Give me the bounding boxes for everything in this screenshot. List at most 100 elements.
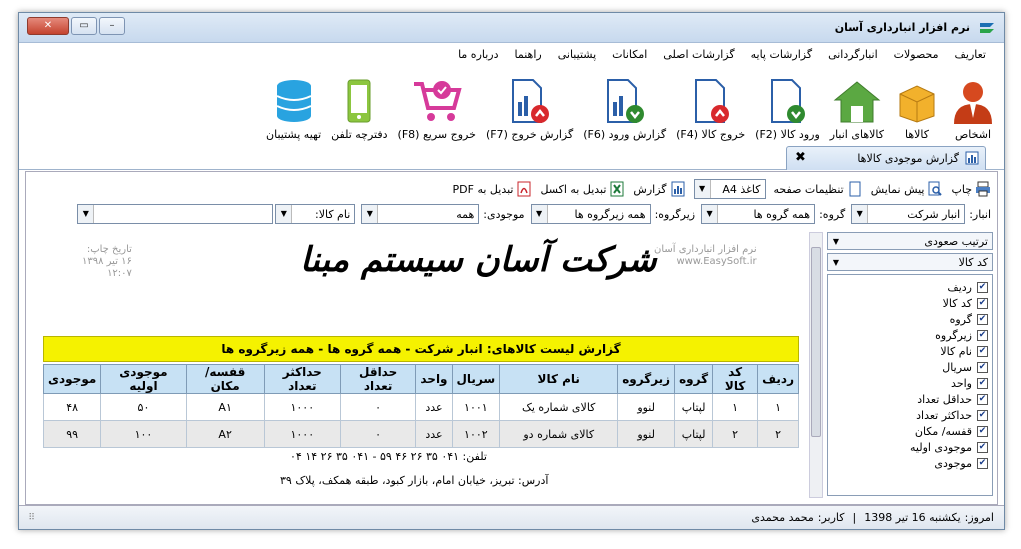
tab-stock-report[interactable]: گزارش موجودی کالاها ✖ <box>786 146 986 170</box>
paper-size-select[interactable]: کاغذ A4 ▼ <box>693 179 766 199</box>
export-pdf-button[interactable]: تبدیل به PDF <box>453 181 533 197</box>
table-header-row: ردیف کد کالا گروه زیرگروه نام کالا سریال… <box>42 364 799 394</box>
filter-bar: انبار: انبار شرکت ▼ گروه: همه گروه ها ▼ … <box>32 202 991 226</box>
print-button[interactable]: چاپ <box>951 181 991 197</box>
checkbox-checked-icon[interactable]: ✔ <box>977 313 988 325</box>
checkbox-checked-icon[interactable]: ✔ <box>977 425 988 437</box>
col-header: موجودی <box>42 364 102 394</box>
menu-about[interactable]: درباره ما <box>450 44 506 66</box>
footer-phone: تلفن: ۰۴۱ ۳۵ ۲۶ ۴۶ ۵۹ - ۰۴۱ ۳۵ ۲۶ ۱۴ ۰۴ <box>290 450 487 463</box>
report-area: چاپ پیش نمایش تنظیمات صفحه کاغذ A4 ▼ گزا… <box>25 171 998 505</box>
item-name-select[interactable]: ▼ <box>77 204 274 224</box>
menu-features[interactable]: امکانات <box>604 44 655 66</box>
excel-icon <box>610 181 624 197</box>
window-title: نرم افزار انبارداری آسان <box>834 21 970 34</box>
quick-exit-button[interactable]: خروج سریع (F8) <box>394 67 480 141</box>
export-excel-button[interactable]: تبدیل به اکسل <box>540 181 625 197</box>
title-bar: نرم افزار انبارداری آسان ✕ ▭ – <box>19 13 1004 43</box>
window-controls: ✕ ▭ – <box>27 17 127 35</box>
col-header: حداقل تعداد <box>339 364 417 394</box>
persons-button[interactable]: اشخاص <box>946 67 1000 141</box>
user-value: محمد محمدی <box>751 511 814 524</box>
column-option[interactable]: ✔ ردیف <box>832 279 988 295</box>
stock-label: موجودی: <box>483 207 525 221</box>
checkbox-checked-icon[interactable]: ✔ <box>977 441 988 453</box>
backup-button[interactable]: تهیه پشتیبان <box>262 67 325 141</box>
menu-help[interactable]: راهنما <box>507 44 550 66</box>
chevron-down-icon: ▼ <box>78 205 95 223</box>
checkbox-checked-icon[interactable]: ✔ <box>977 457 988 469</box>
close-button[interactable]: ✕ <box>27 17 69 35</box>
page-setup-icon <box>849 181 861 197</box>
column-option[interactable]: ✔ گروه <box>832 311 988 327</box>
user-label: کاربر: <box>817 511 845 524</box>
column-option[interactable]: ✔ حداقل تعداد <box>832 391 988 407</box>
checkbox-checked-icon[interactable]: ✔ <box>977 329 988 341</box>
column-option[interactable]: ✔ سریال <box>832 359 988 375</box>
table-row: ۲ ۲ لپتاپ لنوو کالای شماره دو ۱۰۰۲ عدد ۰… <box>42 420 799 448</box>
checkbox-checked-icon[interactable]: ✔ <box>977 281 988 293</box>
goods-button[interactable]: کالاها <box>890 67 944 141</box>
scrollbar-thumb[interactable] <box>811 247 821 437</box>
resize-grip-icon[interactable]: ⠿ <box>23 513 35 523</box>
column-option[interactable]: ✔ قفسه/ مکان <box>832 423 988 439</box>
checkbox-checked-icon[interactable]: ✔ <box>977 377 988 389</box>
preview-button[interactable]: پیش نمایش <box>871 181 944 197</box>
checkbox-checked-icon[interactable]: ✔ <box>977 409 988 421</box>
page-setup-button[interactable]: تنظیمات صفحه <box>774 181 863 197</box>
report-in-button[interactable]: گزارش ورود (F6) <box>579 67 670 141</box>
menu-products[interactable]: محصولات <box>886 44 947 66</box>
column-option[interactable]: ✔ واحد <box>832 375 988 391</box>
main-toolbar: اشخاص کالاها کالاهای انبار ورود کالا (F2… <box>19 67 1004 143</box>
subgroup-select[interactable]: همه زیرگروه ها ▼ <box>530 204 651 224</box>
today-label: امروز: <box>964 511 994 524</box>
column-option[interactable]: ✔ حداکثر تعداد <box>832 407 988 423</box>
warehouse-goods-button[interactable]: کالاهای انبار <box>826 67 888 141</box>
column-option[interactable]: ✔ موجودی <box>832 455 988 471</box>
checkbox-checked-icon[interactable]: ✔ <box>977 393 988 405</box>
phonebook-button[interactable]: دفترچه تلفن <box>327 67 391 141</box>
today-value: یکشنبه 16 تیر 1398 <box>864 511 961 524</box>
tab-close-icon[interactable]: ✖ <box>795 150 806 165</box>
chevron-down-icon: ▼ <box>694 180 711 198</box>
menu-support[interactable]: پشتیبانی <box>550 44 604 66</box>
report-in-icon <box>606 79 644 123</box>
report-button[interactable]: گزارش <box>633 181 685 197</box>
goods-out-button[interactable]: خروج کالا (F4) <box>672 67 749 141</box>
col-header: حداکثر تعداد <box>263 364 341 394</box>
menu-main-reports[interactable]: گزارشات اصلی <box>655 44 742 66</box>
sort-field-select[interactable]: کد کالا ▼ <box>827 253 993 271</box>
goods-in-icon <box>771 79 806 123</box>
chevron-down-icon: ▼ <box>852 205 869 223</box>
status-divider: | <box>852 511 857 524</box>
tab-strip: گزارش موجودی کالاها ✖ <box>19 144 1004 170</box>
col-header: واحد <box>415 364 453 394</box>
checkbox-checked-icon[interactable]: ✔ <box>977 361 988 373</box>
item-name-label-select[interactable]: نام کالا: ▼ <box>275 204 356 224</box>
column-option[interactable]: ✔ نام کالا <box>832 343 988 359</box>
chevron-down-icon: ▼ <box>362 205 379 223</box>
col-header: گروه <box>674 364 714 394</box>
column-checklist: ✔ ردیف ✔ کد کالا ✔ گروه ✔ زیرگروه ✔ نام کالا … <box>827 274 993 496</box>
report-out-button[interactable]: گزارش خروج (F7) <box>482 67 577 141</box>
group-select[interactable]: همه گروه ها ▼ <box>701 204 816 224</box>
checkbox-checked-icon[interactable]: ✔ <box>977 297 988 309</box>
report-scrollbar[interactable] <box>809 232 823 498</box>
maximize-button[interactable]: ▭ <box>71 17 97 35</box>
goods-in-button[interactable]: ورود کالا (F2) <box>751 67 824 141</box>
col-header: زیرگروه <box>617 364 676 394</box>
warehouse-select[interactable]: انبار شرکت ▼ <box>851 204 966 224</box>
menu-definitions[interactable]: تعاریف <box>947 44 994 66</box>
checkbox-checked-icon[interactable]: ✔ <box>977 345 988 357</box>
stock-select[interactable]: همه ▼ <box>361 204 480 224</box>
menu-stocktaking[interactable]: انبارگردانی <box>820 44 886 66</box>
group-label: گروه: <box>819 207 846 221</box>
sort-order-select[interactable]: ترتیب صعودی ▼ <box>827 232 993 250</box>
subgroup-label: زیرگروه: <box>654 207 696 221</box>
column-option[interactable]: ✔ زیرگروه <box>832 327 988 343</box>
chevron-down-icon: ▼ <box>832 257 840 267</box>
column-option[interactable]: ✔ کد کالا <box>832 295 988 311</box>
menu-basic-reports[interactable]: گزارشات پایه <box>743 44 820 66</box>
column-option[interactable]: ✔ موجودی اولیه <box>832 439 988 455</box>
minimize-button[interactable]: – <box>99 17 125 35</box>
